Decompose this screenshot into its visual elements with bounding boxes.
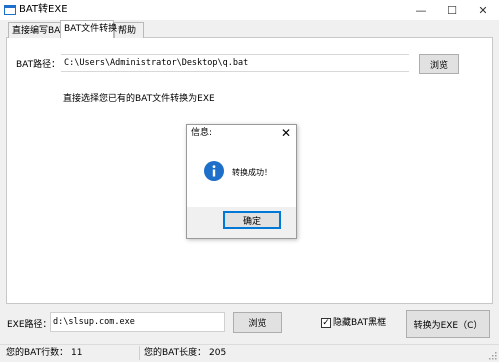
- hide-window-checkbox[interactable]: ✓: [321, 318, 331, 328]
- info-icon: [204, 161, 224, 181]
- status-divider: [139, 346, 140, 360]
- bat-path-input[interactable]: [61, 54, 409, 72]
- dialog-title: 信息:: [191, 128, 213, 138]
- browse-bat-button[interactable]: 浏览: [419, 54, 459, 74]
- dialog-close-icon[interactable]: ✕: [279, 126, 293, 140]
- bat-path-label: BAT路径：: [16, 60, 61, 70]
- close-icon[interactable]: ✕: [468, 0, 498, 20]
- hint-text: 直接选择您已有的BAT文件转换为EXE: [63, 94, 215, 104]
- status-length: 您的BAT长度： 205: [144, 348, 227, 358]
- tab-bat-convert[interactable]: BAT文件转换: [60, 20, 117, 38]
- convert-button[interactable]: 转换为EXE（C）: [406, 310, 490, 338]
- app-window-icon: [4, 5, 16, 15]
- minimize-icon[interactable]: —: [406, 0, 436, 20]
- resize-grip-icon[interactable]: [487, 350, 497, 360]
- tab-help[interactable]: 帮助: [114, 22, 144, 38]
- ok-button[interactable]: 确定: [223, 211, 281, 229]
- status-line-count: 您的BAT行数： 11: [6, 348, 83, 358]
- maximize-icon[interactable]: ☐: [437, 0, 467, 20]
- hide-window-label[interactable]: 隐藏BAT黑框: [333, 318, 386, 329]
- exe-path-input[interactable]: [50, 312, 225, 332]
- dialog-message: 转换成功！: [232, 168, 272, 177]
- window-title: BAT转EXE: [19, 4, 68, 15]
- browse-exe-button[interactable]: 浏览: [233, 312, 282, 333]
- exe-path-label: EXE路径：: [7, 320, 52, 330]
- tab-write-bat[interactable]: 直接编写BAT: [8, 22, 65, 38]
